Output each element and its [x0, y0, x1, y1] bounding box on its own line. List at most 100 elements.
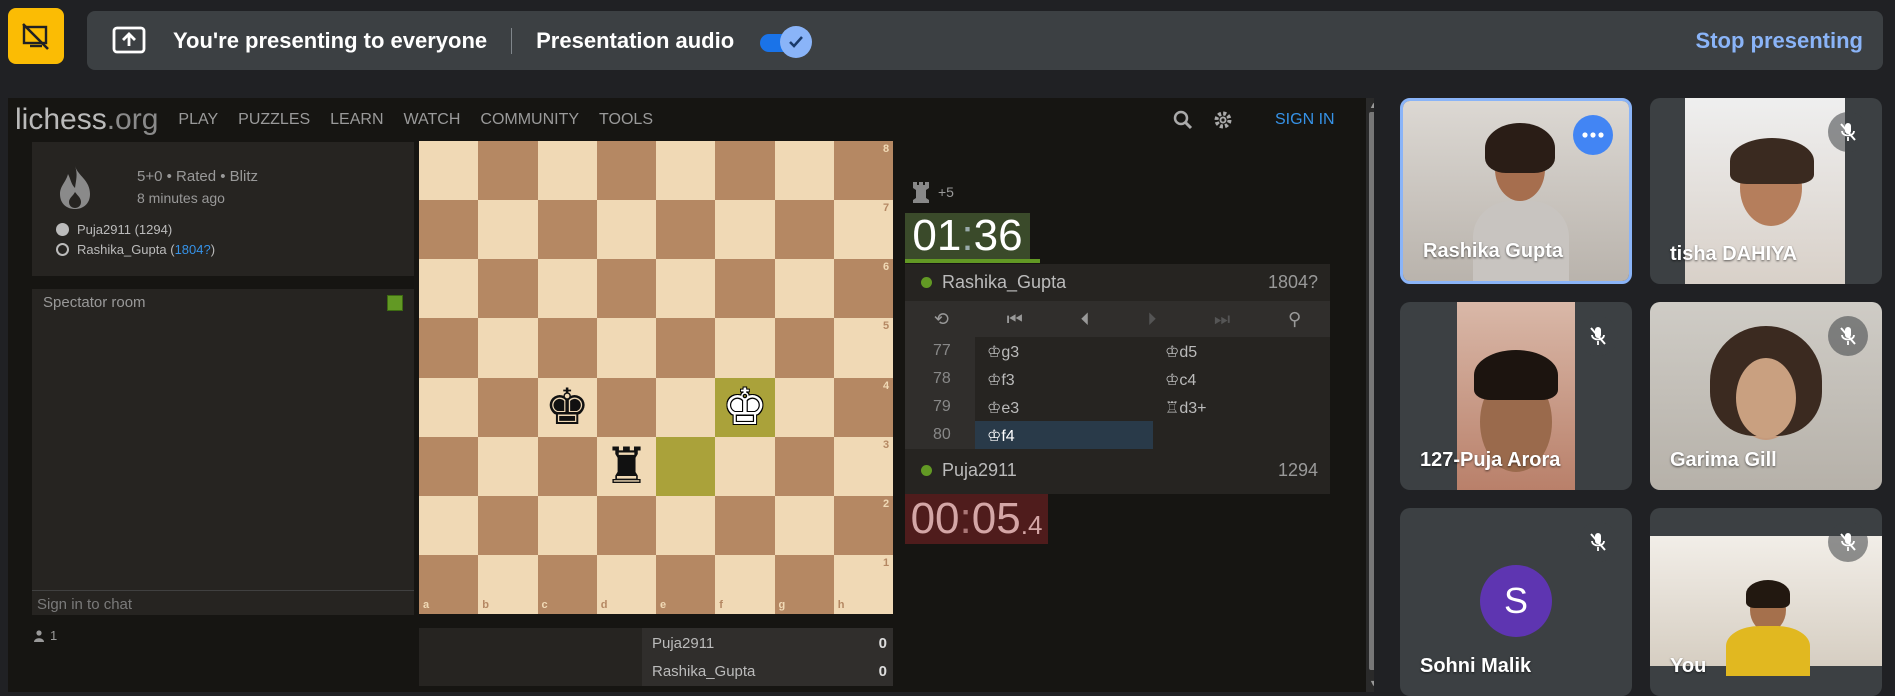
board-square[interactable] — [715, 554, 775, 614]
chess-board[interactable]: 8 7 6 5 4 3 2 1 a b c d e f g h ♚ ♚ ♜ — [419, 141, 893, 614]
board-square[interactable] — [419, 436, 479, 496]
board-square[interactable] — [478, 259, 538, 319]
board-square[interactable] — [537, 141, 597, 201]
participant-tile[interactable]: S Sohni Malik — [1400, 508, 1632, 696]
scroll-up-icon[interactable]: ▲ — [1369, 100, 1374, 110]
board-square[interactable] — [478, 141, 538, 201]
nav-tools[interactable]: TOOLS — [599, 111, 653, 129]
prev-move-icon[interactable]: ⏴ — [1081, 309, 1090, 330]
board-square[interactable] — [715, 436, 775, 496]
stop-share-icon[interactable] — [8, 8, 64, 64]
nav-learn[interactable]: LEARN — [330, 111, 383, 129]
board-square[interactable] — [478, 436, 538, 496]
board-square[interactable] — [774, 141, 834, 201]
black-piece[interactable]: ♚ — [538, 378, 597, 437]
flip-board-icon[interactable]: ⟲ — [934, 309, 949, 330]
board-square[interactable] — [478, 318, 538, 378]
online-dot — [921, 465, 932, 476]
muted-mic-icon — [1828, 522, 1868, 562]
more-options-button[interactable] — [1573, 115, 1613, 155]
move-black[interactable]: ♔c4 — [1153, 365, 1330, 393]
board-square[interactable] — [656, 495, 716, 555]
board-square[interactable] — [715, 200, 775, 260]
participant-tile[interactable]: You — [1650, 508, 1882, 696]
board-square[interactable] — [656, 436, 716, 496]
board-square[interactable] — [596, 377, 656, 437]
board-square[interactable] — [419, 377, 479, 437]
board-square[interactable] — [419, 495, 479, 555]
board-square[interactable] — [419, 259, 479, 319]
first-move-icon[interactable]: ⏮ — [1007, 309, 1023, 330]
board-square[interactable] — [596, 259, 656, 319]
page-scrollbar[interactable]: ▲ ▼ — [1366, 98, 1374, 692]
move-black[interactable]: ♖d3+ — [1153, 393, 1330, 421]
nav-community[interactable]: COMMUNITY — [480, 111, 579, 129]
board-square[interactable] — [537, 436, 597, 496]
chat-toggle-checkbox[interactable] — [387, 295, 403, 311]
participant-tile[interactable]: Rashika Gupta — [1400, 98, 1632, 284]
last-move-icon[interactable]: ⏭ — [1214, 309, 1230, 330]
board-square[interactable] — [478, 200, 538, 260]
board-square[interactable] — [715, 141, 775, 201]
board-square[interactable] — [656, 141, 716, 201]
board-square[interactable] — [774, 377, 834, 437]
analysis-icon[interactable]: ⚲ — [1288, 309, 1301, 330]
participant-tile[interactable]: 127-Puja Arora — [1400, 302, 1632, 490]
black-piece[interactable]: ♜ — [597, 437, 656, 496]
board-square[interactable] — [774, 259, 834, 319]
move-white[interactable]: ♔e3 — [975, 393, 1153, 421]
white-piece[interactable]: ♚ — [715, 378, 774, 437]
board-square[interactable] — [478, 495, 538, 555]
board-square[interactable] — [774, 495, 834, 555]
board-square[interactable] — [774, 200, 834, 260]
participant-tile[interactable]: Garima Gill — [1650, 302, 1882, 490]
board-square[interactable] — [715, 259, 775, 319]
board-square[interactable] — [596, 318, 656, 378]
board-square[interactable] — [537, 200, 597, 260]
board-square[interactable] — [715, 495, 775, 555]
board-square[interactable] — [537, 495, 597, 555]
board-square[interactable] — [656, 318, 716, 378]
board-square[interactable] — [419, 318, 479, 378]
move-white[interactable]: ♔g3 — [975, 337, 1153, 365]
black-player-name[interactable]: Rashika_Gupta (1804?) — [77, 242, 215, 257]
scroll-down-icon[interactable]: ▼ — [1369, 678, 1374, 688]
file-label: h — [837, 599, 845, 611]
bottom-player-name[interactable]: Puja2911 — [942, 460, 1017, 481]
nav-play[interactable]: PLAY — [178, 111, 218, 129]
presentation-audio-toggle[interactable] — [758, 24, 814, 58]
lichess-logo[interactable]: lichess.org — [15, 103, 158, 137]
board-square[interactable] — [537, 318, 597, 378]
board-square[interactable] — [656, 377, 716, 437]
board-square[interactable] — [715, 318, 775, 378]
search-icon[interactable] — [1173, 110, 1193, 135]
board-square[interactable] — [596, 141, 656, 201]
participant-tile[interactable]: tisha DAHIYA — [1650, 98, 1882, 284]
stop-presenting-button[interactable]: Stop presenting — [1696, 28, 1863, 54]
scroll-thumb[interactable] — [1369, 112, 1374, 670]
nav-puzzles[interactable]: PUZZLES — [238, 111, 310, 129]
settings-gear-icon[interactable] — [1213, 110, 1233, 135]
board-square[interactable] — [419, 141, 479, 201]
move-white[interactable]: ♔f3 — [975, 365, 1153, 393]
board-square[interactable] — [478, 377, 538, 437]
blitz-fire-icon — [56, 164, 94, 215]
top-player-name[interactable]: Rashika_Gupta — [942, 272, 1066, 293]
board-square[interactable] — [537, 259, 597, 319]
board-square[interactable] — [656, 259, 716, 319]
board-square[interactable] — [596, 495, 656, 555]
move-white-current[interactable]: ♔f4 — [975, 421, 1153, 449]
board-square[interactable] — [774, 318, 834, 378]
board-square[interactable] — [596, 200, 656, 260]
board-square[interactable] — [774, 436, 834, 496]
board-square[interactable] — [656, 200, 716, 260]
next-move-icon[interactable]: ⏵ — [1147, 309, 1156, 330]
sign-in-link[interactable]: SIGN IN — [1275, 111, 1335, 129]
nav-watch[interactable]: WATCH — [404, 111, 461, 129]
game-time-ago[interactable]: 8 minutes ago — [137, 190, 225, 206]
chat-input[interactable]: Sign in to chat — [32, 590, 414, 615]
board-square[interactable] — [419, 200, 479, 260]
move-black[interactable]: ♔d5 — [1153, 337, 1330, 365]
move-black[interactable] — [1153, 421, 1330, 449]
white-player-name[interactable]: Puja2911 (1294) — [77, 222, 172, 237]
